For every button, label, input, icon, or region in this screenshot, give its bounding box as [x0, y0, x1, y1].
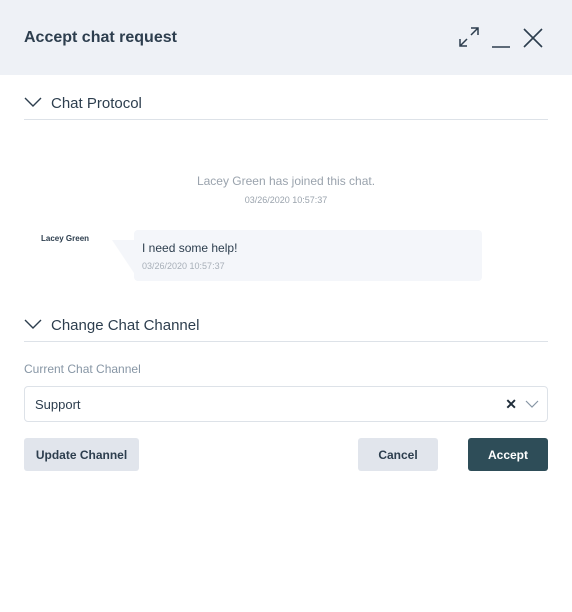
- message-author: Lacey Green: [41, 234, 90, 243]
- close-icon[interactable]: [522, 27, 544, 49]
- channel-select[interactable]: Support ✕: [24, 386, 548, 422]
- minimize-icon[interactable]: [491, 26, 511, 48]
- section-label: Chat Protocol: [51, 95, 142, 112]
- expand-icon[interactable]: [458, 26, 480, 48]
- chevron-down-icon: [24, 97, 42, 107]
- section-label: Change Chat Channel: [51, 317, 200, 334]
- accept-button[interactable]: Accept: [468, 438, 548, 471]
- bubble-tail: [112, 240, 136, 276]
- dialog-title: Accept chat request: [24, 29, 177, 46]
- section-change-chat-channel[interactable]: Change Chat Channel: [24, 312, 548, 342]
- section-chat-protocol[interactable]: Chat Protocol: [24, 90, 548, 120]
- system-message: Lacey Green has joined this chat.: [196, 174, 376, 188]
- cancel-button[interactable]: Cancel: [358, 438, 438, 471]
- message-timestamp: 03/26/2020 10:57:37: [142, 261, 225, 271]
- clear-icon[interactable]: ✕: [505, 396, 517, 413]
- chevron-down-icon: [24, 319, 42, 329]
- message-text: I need some help!: [142, 241, 238, 255]
- update-channel-button[interactable]: Update Channel: [24, 438, 139, 471]
- dialog-header: Accept chat request: [0, 0, 572, 75]
- chat-message: I need some help! 03/26/2020 10:57:37: [134, 230, 482, 281]
- system-timestamp: 03/26/2020 10:57:37: [244, 195, 328, 205]
- chevron-down-icon[interactable]: [525, 400, 539, 409]
- selected-channel: Support: [35, 397, 81, 412]
- channel-field-label: Current Chat Channel: [24, 362, 141, 376]
